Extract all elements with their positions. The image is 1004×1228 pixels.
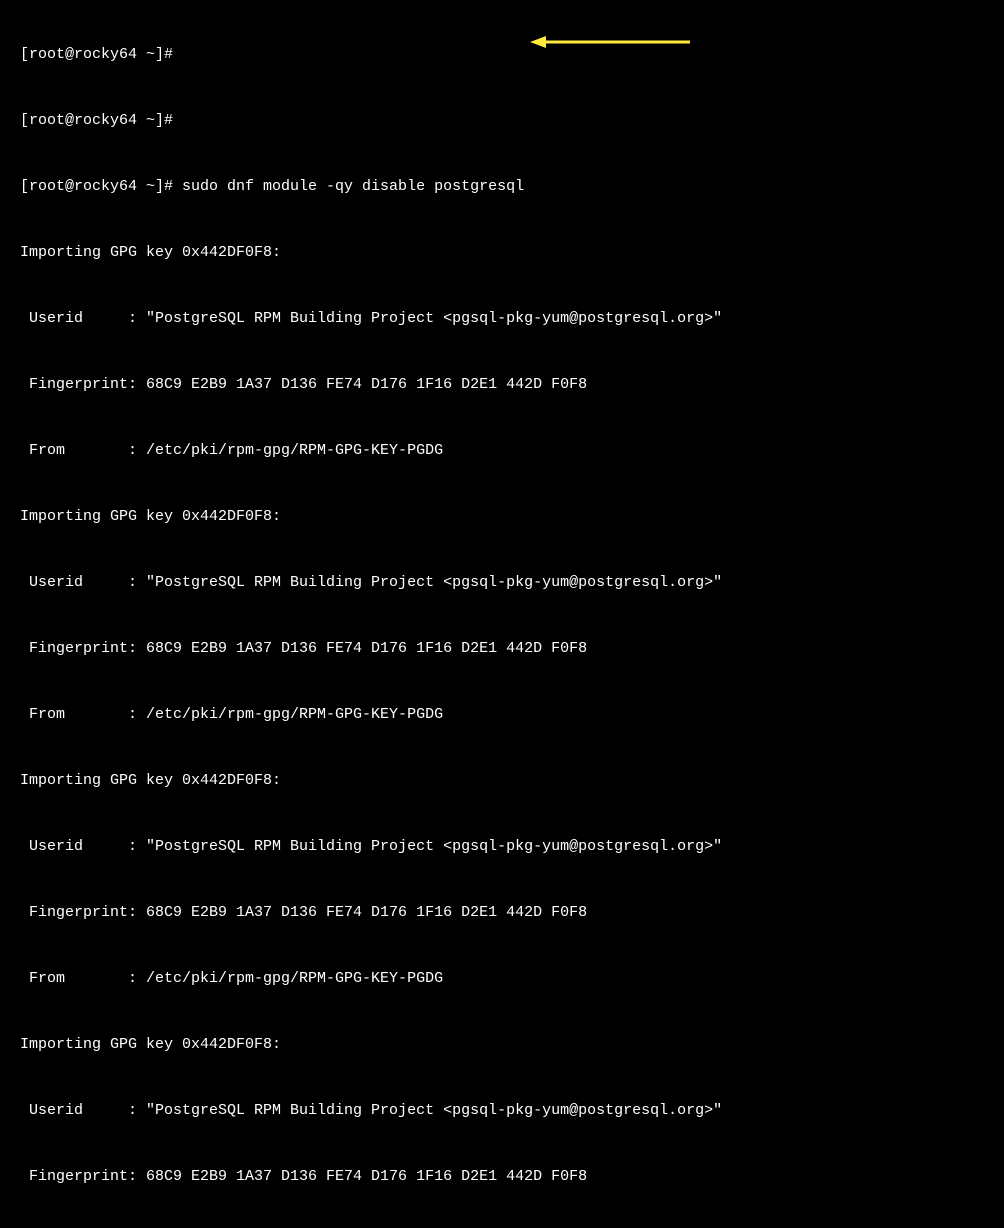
annotation-arrow <box>530 35 690 49</box>
terminal-line: Fingerprint: 68C9 E2B9 1A37 D136 FE74 D1… <box>20 638 984 660</box>
terminal-line: Importing GPG key 0x442DF0F8: <box>20 1034 984 1056</box>
terminal-line: From : /etc/pki/rpm-gpg/RPM-GPG-KEY-PGDG <box>20 704 984 726</box>
terminal-line: Fingerprint: 68C9 E2B9 1A37 D136 FE74 D1… <box>20 374 984 396</box>
terminal-line-partial: [root@rocky64 ~]# <box>20 44 984 66</box>
terminal-line-command: [root@rocky64 ~]# sudo dnf module -qy di… <box>20 176 984 198</box>
terminal-line: Importing GPG key 0x442DF0F8: <box>20 770 984 792</box>
terminal-line: From : /etc/pki/rpm-gpg/RPM-GPG-KEY-PGDG <box>20 440 984 462</box>
terminal-line: [root@rocky64 ~]# <box>20 110 984 132</box>
terminal-line: Importing GPG key 0x442DF0F8: <box>20 506 984 528</box>
terminal-line: Fingerprint: 68C9 E2B9 1A37 D136 FE74 D1… <box>20 1166 984 1188</box>
terminal-line: Importing GPG key 0x442DF0F8: <box>20 242 984 264</box>
terminal-output[interactable]: [root@rocky64 ~]# [root@rocky64 ~]# [roo… <box>0 0 1004 1228</box>
terminal-line: Userid : "PostgreSQL RPM Building Projec… <box>20 572 984 594</box>
terminal-line: Fingerprint: 68C9 E2B9 1A37 D136 FE74 D1… <box>20 902 984 924</box>
terminal-line: Userid : "PostgreSQL RPM Building Projec… <box>20 836 984 858</box>
terminal-line: Userid : "PostgreSQL RPM Building Projec… <box>20 308 984 330</box>
terminal-line: From : /etc/pki/rpm-gpg/RPM-GPG-KEY-PGDG <box>20 968 984 990</box>
terminal-line: Userid : "PostgreSQL RPM Building Projec… <box>20 1100 984 1122</box>
arrow-icon <box>530 35 690 49</box>
